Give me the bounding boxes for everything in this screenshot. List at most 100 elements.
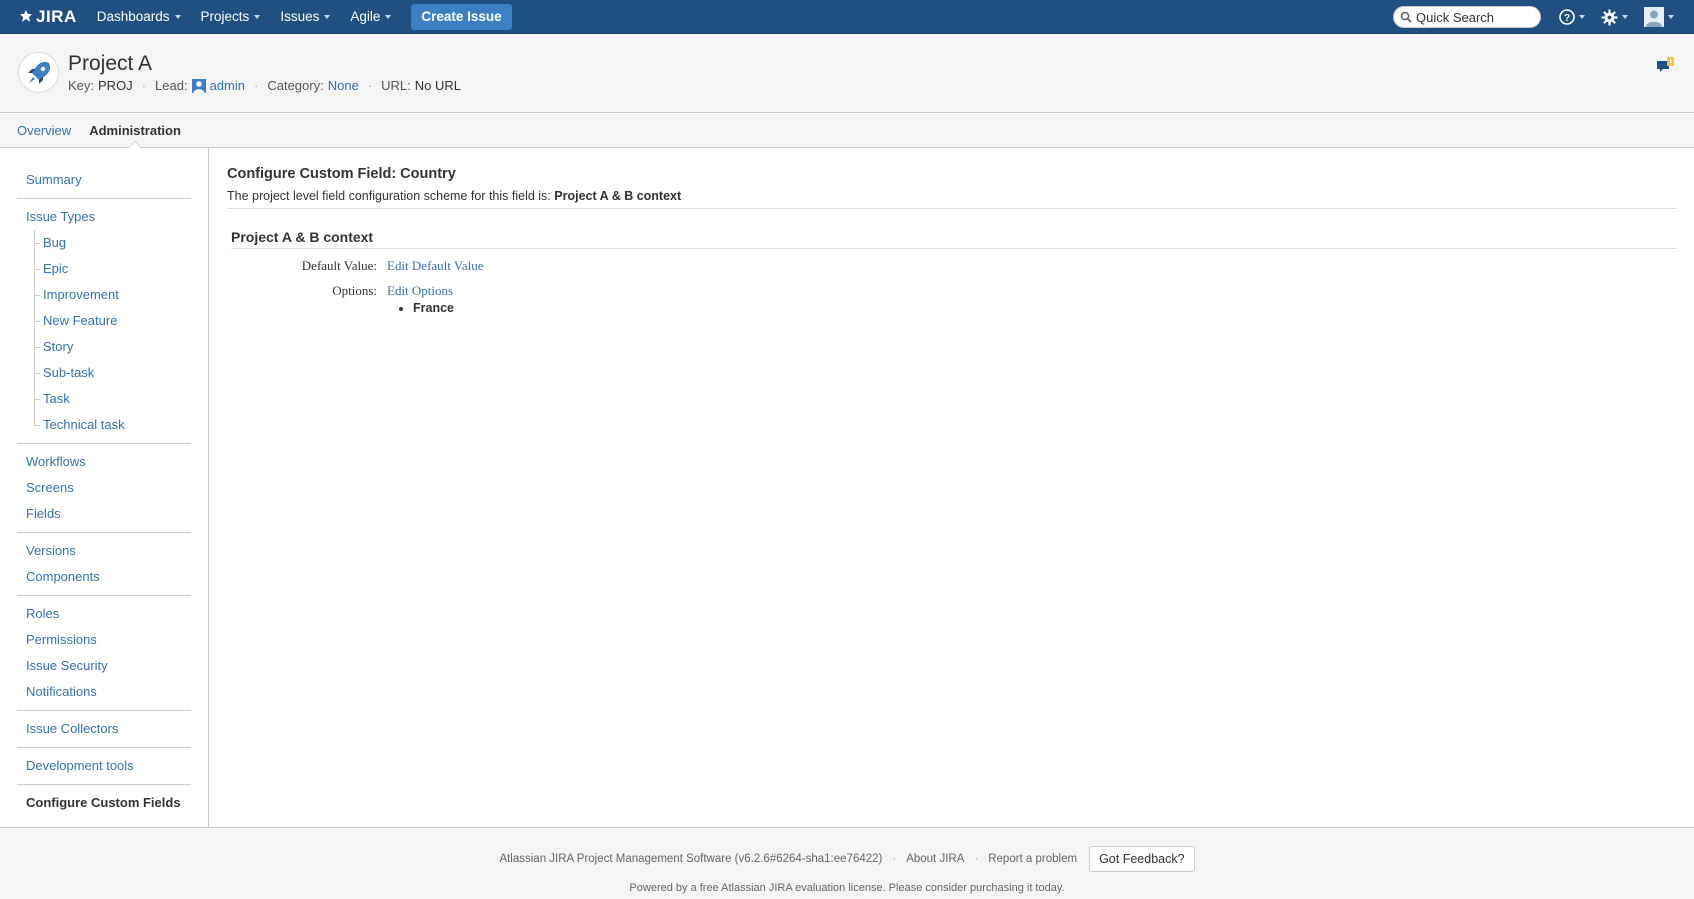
option-item: France [413,301,1677,315]
options-cell: Edit Options [387,283,453,299]
admin-sidebar: Summary Issue Types Bug Epic Improvement… [0,148,209,827]
help-menu[interactable]: ? [1559,9,1585,25]
sidebar-item-permissions[interactable]: Permissions [17,627,191,653]
tab-overview[interactable]: Overview [17,114,71,148]
sidebar-item-technical-task[interactable]: Technical task [34,412,191,438]
admin-menu[interactable] [1601,9,1628,26]
chevron-down-icon [174,14,181,19]
sidebar-item-components[interactable]: Components [17,564,191,590]
edit-default-value-link[interactable]: Edit Default Value [387,258,484,273]
project-category-label: Category: [267,78,324,93]
sidebar-group-summary: Summary [17,162,191,199]
sidebar-item-screens[interactable]: Screens [17,475,191,501]
default-value-cell: Edit Default Value [387,258,484,274]
quick-search-box[interactable] [1393,6,1541,28]
sidebar-item-task[interactable]: Task [34,386,191,412]
header-right-tools: ? [1393,0,1694,34]
sidebar-item-story[interactable]: Story [34,334,191,360]
sidebar-group-dev-tools: Development tools [17,748,191,785]
sidebar-item-improvement[interactable]: Improvement [34,282,191,308]
context-title: Project A & B context [231,229,1677,249]
footer-license-text: Powered by a free Atlassian JIRA evaluat… [629,882,1065,894]
chevron-down-icon [1668,15,1674,19]
main-content: Configure Custom Field: Country The proj… [227,148,1677,315]
scheme-description: The project level field configuration sc… [227,189,1677,209]
project-lead-link[interactable]: admin [210,78,245,93]
sidebar-item-issue-types[interactable]: Issue Types [17,204,191,230]
scheme-name: Project A & B context [554,189,682,203]
project-header: Project A Key: PROJ · Lead: admin · Cate… [0,34,1694,113]
sidebar-group-roles: Roles Permissions Issue Security Notific… [17,596,191,711]
default-value-row: Default Value: Edit Default Value [227,258,1677,274]
top-navigation-bar: JIRA Dashboards Projects Issues Agile Cr… [0,0,1694,34]
page-title: Configure Custom Field: Country [227,166,456,182]
nav-agile[interactable]: Agile [350,9,392,24]
sidebar-item-development-tools[interactable]: Development tools [17,753,191,779]
got-feedback-button[interactable]: Got Feedback? [1089,846,1195,872]
nav-dashboards-label: Dashboards [96,9,170,24]
feedback-icon [1657,57,1674,72]
edit-options-link[interactable]: Edit Options [387,283,453,298]
sidebar-group-versions: Versions Components [17,533,191,596]
sidebar-item-versions[interactable]: Versions [17,538,191,564]
sidebar-item-configure-custom-fields[interactable]: Configure Custom Fields [17,790,191,816]
nav-issues[interactable]: Issues [280,9,331,24]
footer-software-version: Atlassian JIRA Project Management Softwa… [499,853,883,865]
project-avatar[interactable] [18,52,59,93]
nav-projects-label: Projects [200,9,250,24]
sidebar-item-bug[interactable]: Bug [34,230,191,256]
tab-administration[interactable]: Administration [89,114,181,149]
sidebar-item-fields[interactable]: Fields [17,501,191,527]
project-tabs: Overview Administration [0,114,1694,149]
user-avatar-icon [1644,7,1664,27]
jira-logo[interactable]: JIRA [18,7,77,27]
sidebar-item-issue-security[interactable]: Issue Security [17,653,191,679]
project-meta: Key: PROJ · Lead: admin · Category: None… [68,78,461,93]
svg-text:?: ? [1564,13,1570,24]
gear-icon [1601,9,1618,25]
footer-links: Atlassian JIRA Project Management Softwa… [0,846,1694,872]
sidebar-item-roles[interactable]: Roles [17,601,191,627]
nav-projects[interactable]: Projects [201,9,261,24]
footer-report-link[interactable]: Report a problem [988,853,1077,865]
search-icon [1400,11,1412,23]
project-key-label: Key: [68,78,95,93]
nav-issues-label: Issues [280,9,320,24]
chevron-down-icon [385,14,392,19]
meta-separator: · [367,78,373,93]
sidebar-item-epic[interactable]: Epic [34,256,191,282]
project-url-value: No URL [414,78,462,93]
sidebar-item-workflows[interactable]: Workflows [17,449,191,475]
page-footer: Atlassian JIRA Project Management Softwa… [0,827,1694,899]
create-issue-button[interactable]: Create Issue [411,3,512,30]
sidebar-group-collectors: Issue Collectors [17,711,191,748]
meta-separator: · [254,78,259,93]
sidebar-group-custom-fields: Configure Custom Fields [17,785,191,821]
sidebar-item-summary[interactable]: Summary [17,167,191,193]
chevron-down-icon [1579,15,1585,19]
options-label: Options: [332,283,377,298]
quick-search-input[interactable] [1416,9,1534,25]
rocket-icon [27,61,50,84]
options-row: Options: Edit Options [227,283,1677,299]
sidebar-group-issue-types: Issue Types Bug Epic Improvement New Fea… [17,199,191,444]
sidebar-item-issue-collectors[interactable]: Issue Collectors [17,716,191,742]
chevron-down-icon [324,14,331,19]
project-title: Project A [68,52,153,75]
sidebar-item-notifications[interactable]: Notifications [17,679,191,705]
user-icon [191,78,206,93]
nav-dashboards[interactable]: Dashboards [97,9,181,24]
project-category-link[interactable]: None [328,78,359,93]
options-list: France [413,301,1677,315]
footer-about-link[interactable]: About JIRA [906,853,964,865]
scheme-text: The project level field configuration sc… [227,189,551,203]
chevron-down-icon [1622,15,1628,19]
sidebar-item-sub-task[interactable]: Sub-task [34,360,191,386]
project-lead-label: Lead: [155,78,188,93]
project-key-value: PROJ [98,78,133,93]
default-value-label: Default Value: [301,258,377,273]
feedback-notification[interactable] [1656,56,1676,79]
sidebar-item-new-feature[interactable]: New Feature [34,308,191,334]
footer-separator: · [892,853,897,865]
user-menu[interactable] [1644,7,1674,27]
